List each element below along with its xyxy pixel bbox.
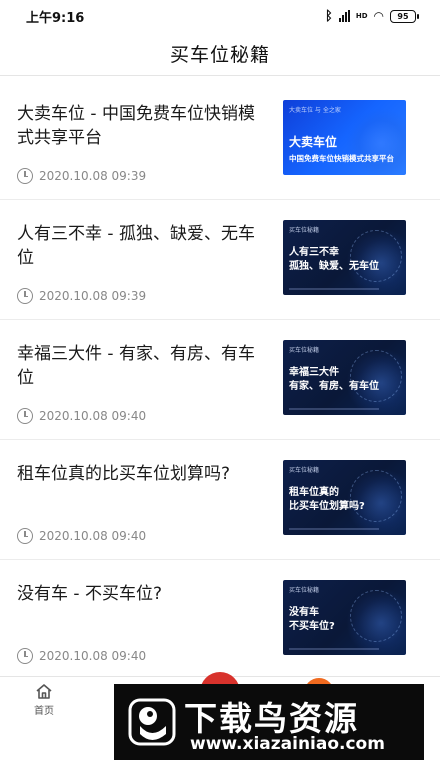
- article-item[interactable]: 租车位真的比买车位划算吗? 2020.10.08 09:40 买车位秘籍 租车位…: [0, 440, 440, 560]
- thumbnail-headline: 人有三不幸: [289, 247, 339, 258]
- article-title: 没有车 - 不买车位?: [17, 584, 162, 604]
- thumbnail-subline: 孤独、缺爱、无车位: [289, 261, 379, 272]
- thumbnail-subline: 比买车位划算吗?: [289, 501, 365, 512]
- app-header: 买车位秘籍: [0, 32, 440, 76]
- thumbnail-footer: [289, 288, 379, 290]
- watermark: 下载鸟资源 www.xiazainiao.com: [114, 684, 424, 760]
- thumbnail-footer: [289, 528, 379, 530]
- thumbnail-ring: [350, 350, 402, 402]
- home-icon: [36, 684, 52, 699]
- battery-icon: 95: [390, 9, 419, 23]
- thumbnail-footer: [289, 648, 379, 650]
- thumbnail-headline: 大卖车位: [289, 135, 338, 149]
- nav-home[interactable]: 首页: [22, 683, 66, 717]
- thumbnail-ring: [350, 230, 402, 282]
- nav-home-label: 首页: [34, 706, 54, 717]
- article-meta: 2020.10.08 09:39: [17, 288, 146, 304]
- article-date: 2020.10.08 09:40: [39, 409, 147, 423]
- thumbnail-subline: 有家、有房、有车位: [289, 381, 379, 392]
- article-meta: 2020.10.08 09:40: [17, 408, 146, 424]
- article-meta: 2020.10.08 09:40: [17, 648, 146, 664]
- article-item[interactable]: 人有三不幸 - 孤独、缺爱、无车位 2020.10.08 09:39 买车位秘籍…: [0, 200, 440, 320]
- thumbnail-headline: 幸福三大件: [289, 367, 339, 378]
- thumbnail-headline: 没有车: [289, 607, 319, 618]
- thumbnail-brand: 买车位秘籍: [289, 227, 320, 234]
- article-item[interactable]: 没有车 - 不买车位? 2020.10.08 09:40 买车位秘籍 没有车 不…: [0, 560, 440, 680]
- clock-icon: [17, 168, 33, 184]
- article-thumbnail[interactable]: 买车位秘籍 幸福三大件 有家、有房、有车位: [283, 340, 406, 415]
- watermark-title: 下载鸟资源: [184, 699, 359, 738]
- clock-icon: [17, 528, 33, 544]
- status-bar: 上午9:16 ᛒ HD ◠ 95: [0, 0, 440, 32]
- article-thumbnail[interactable]: 买车位秘籍 没有车 不买车位?: [283, 580, 406, 655]
- thumbnail-footer: [289, 408, 379, 410]
- bird-logo-icon: [128, 698, 176, 746]
- thumbnail-subline: 不买车位?: [289, 621, 335, 632]
- thumbnail-brand: 买车位秘籍: [289, 347, 320, 354]
- article-meta: 2020.10.08 09:39: [17, 168, 146, 184]
- article-thumbnail[interactable]: 大卖车位 与 全之家 大卖车位 中国免费车位快销模式共享平台: [283, 100, 406, 175]
- article-item[interactable]: 幸福三大件 - 有家、有房、有车位 2020.10.08 09:40 买车位秘籍…: [0, 320, 440, 440]
- clock-icon: [17, 288, 33, 304]
- thumbnail-brand: 买车位秘籍: [289, 467, 320, 474]
- article-title: 幸福三大件 - 有家、有房、有车位: [17, 344, 255, 388]
- bluetooth-icon: ᛒ: [325, 8, 333, 24]
- article-title: 大卖车位 - 中国免费车位快销模式共享平台: [17, 104, 255, 148]
- thumbnail-subline: 中国免费车位快销模式共享平台: [289, 154, 394, 163]
- status-time: 上午9:16: [26, 10, 85, 26]
- thumbnail-ring: [350, 590, 402, 642]
- wifi-icon: ◠: [373, 9, 384, 23]
- signal-icon: [338, 10, 350, 22]
- article-thumbnail[interactable]: 买车位秘籍 人有三不幸 孤独、缺爱、无车位: [283, 220, 406, 295]
- article-meta: 2020.10.08 09:40: [17, 528, 146, 544]
- article-title: 人有三不幸 - 孤独、缺爱、无车位: [17, 224, 255, 268]
- article-list: 大卖车位 - 中国免费车位快销模式共享平台 2020.10.08 09:39 大…: [0, 80, 440, 680]
- network-type: HD: [355, 12, 368, 20]
- clock-icon: [17, 408, 33, 424]
- page-title: 买车位秘籍: [169, 44, 270, 66]
- article-thumbnail[interactable]: 买车位秘籍 租车位真的 比买车位划算吗?: [283, 460, 406, 535]
- article-date: 2020.10.08 09:39: [39, 169, 147, 183]
- thumbnail-brand: 买车位秘籍: [289, 587, 320, 594]
- article-item[interactable]: 大卖车位 - 中国免费车位快销模式共享平台 2020.10.08 09:39 大…: [0, 80, 440, 200]
- article-date: 2020.10.08 09:39: [39, 289, 147, 303]
- status-icons: ᛒ HD ◠ 95: [325, 8, 419, 24]
- watermark-url: www.xiazainiao.com: [190, 734, 385, 754]
- article-title: 租车位真的比买车位划算吗?: [17, 464, 231, 484]
- article-date: 2020.10.08 09:40: [39, 529, 147, 543]
- article-date: 2020.10.08 09:40: [39, 649, 147, 663]
- thumbnail-brand: 大卖车位 与 全之家: [289, 107, 341, 114]
- thumbnail-ring: [350, 470, 402, 522]
- thumbnail-headline: 租车位真的: [289, 487, 339, 498]
- clock-icon: [17, 648, 33, 664]
